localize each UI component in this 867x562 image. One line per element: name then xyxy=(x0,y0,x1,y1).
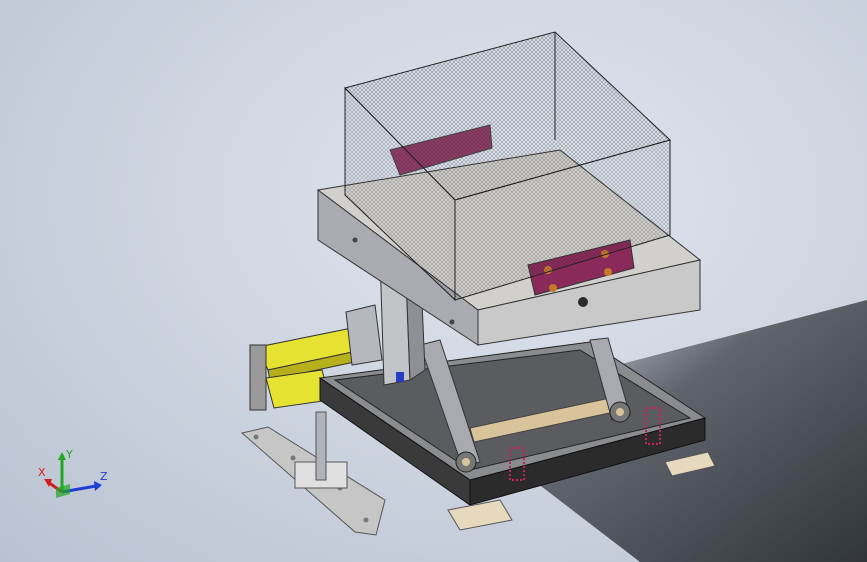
coordinate-triad: Y Z X xyxy=(38,448,108,498)
triad-z-label: Z xyxy=(100,470,108,483)
triad-x-label: X xyxy=(38,466,46,479)
cad-viewport[interactable]: Y Z X xyxy=(0,0,867,562)
triad-y-label: Y xyxy=(65,448,73,461)
base-pad xyxy=(447,499,513,531)
